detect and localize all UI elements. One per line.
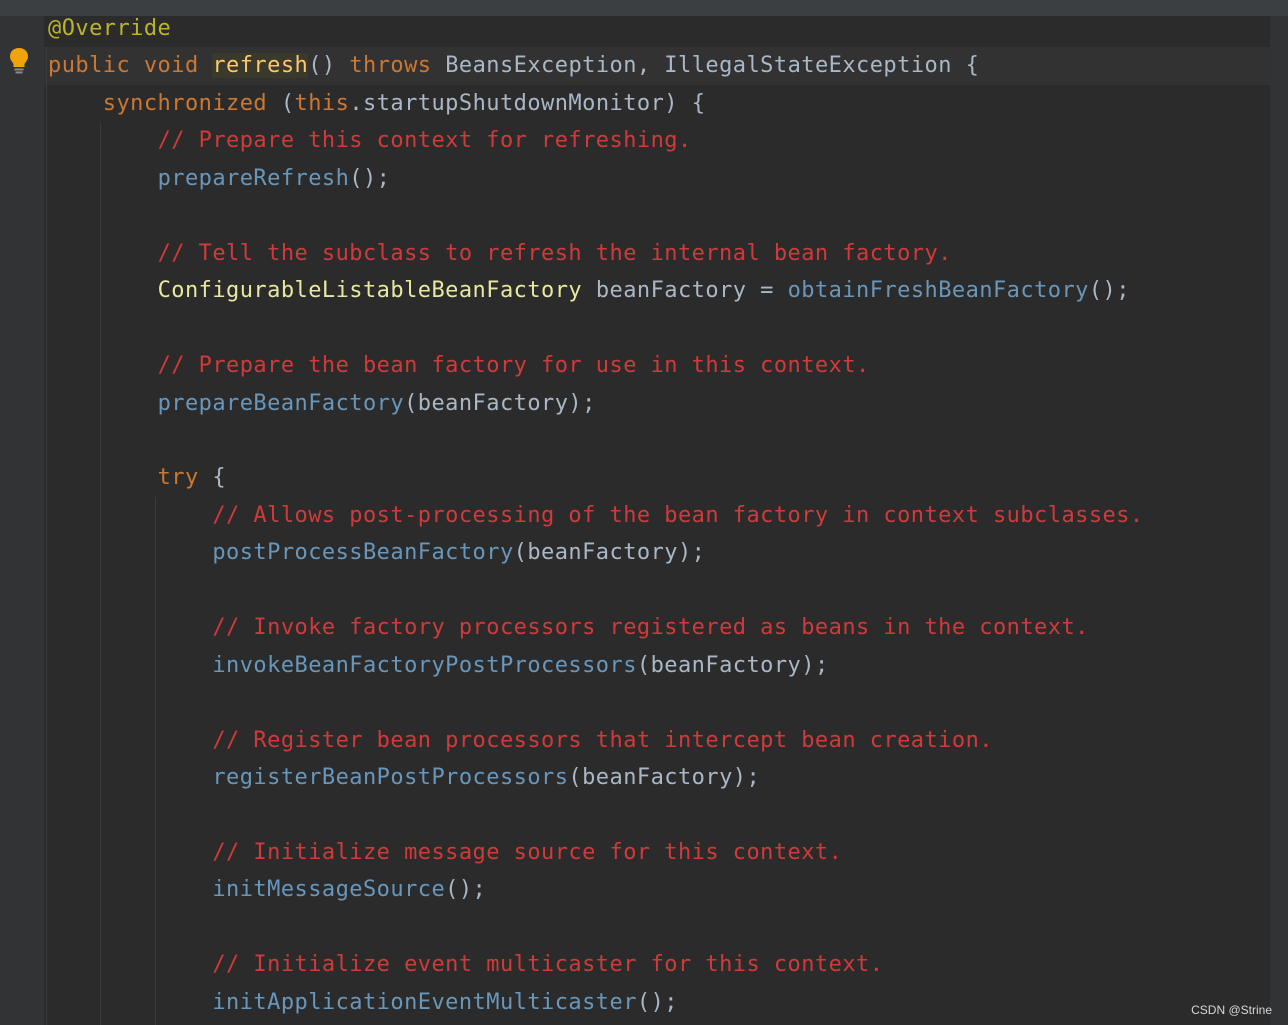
- code-token: refresh: [212, 53, 309, 79]
- code-token: beanFactory =: [582, 278, 788, 304]
- code-token: throws: [349, 53, 446, 79]
- code-comment: // Register bean processors that interce…: [212, 727, 993, 753]
- code-comment: // Prepare the bean factory for use in t…: [157, 353, 870, 379]
- code-token: invokeBeanFactoryPostProcessors: [212, 652, 637, 678]
- code-token: postProcessBeanFactory: [212, 540, 514, 566]
- code-line[interactable]: try {: [48, 459, 226, 497]
- code-token: {: [198, 465, 227, 491]
- code-token: (beanFactory);: [568, 765, 761, 790]
- code-token: BeansException, IllegalStateException {: [445, 53, 980, 79]
- code-comment: // Tell the subclass to refresh the inte…: [157, 240, 952, 266]
- code-token: try: [157, 465, 199, 491]
- indent-guide: [46, 47, 47, 1025]
- code-line[interactable]: prepareBeanFactory(beanFactory);: [48, 385, 596, 423]
- code-token: prepareRefresh: [157, 165, 350, 191]
- code-token: ConfigurableListableBeanFactory: [157, 278, 583, 304]
- code-line[interactable]: public void refresh() throws BeansExcept…: [48, 47, 979, 85]
- editor-top-bar: [0, 0, 1288, 16]
- code-token: this: [294, 90, 350, 116]
- code-token: obtainFreshBeanFactory: [787, 278, 1089, 304]
- code-line[interactable]: registerBeanPostProcessors(beanFactory);: [48, 759, 760, 797]
- code-token: (: [280, 90, 295, 116]
- code-token: @Override: [48, 16, 172, 41]
- code-comment: // Allows post-processing of the bean fa…: [212, 502, 1144, 528]
- code-line[interactable]: // Allows post-processing of the bean fa…: [48, 497, 1144, 535]
- code-comment: // Initialize event multicaster for this…: [212, 952, 884, 978]
- code-line[interactable]: // Invoke factory processors registered …: [48, 609, 1089, 647]
- code-comment: // Prepare this context for refreshing.: [157, 128, 692, 154]
- code-token: prepareBeanFactory: [157, 390, 405, 416]
- code-comment: // Invoke factory processors registered …: [212, 615, 1089, 641]
- code-token: synchronized: [102, 90, 281, 116]
- code-line[interactable]: invokeBeanFactoryPostProcessors(beanFact…: [48, 647, 829, 685]
- code-comment: // Initialize message source for this co…: [212, 839, 843, 865]
- code-token: initMessageSource: [212, 877, 446, 903]
- code-line[interactable]: // Tell the subclass to refresh the inte…: [48, 235, 952, 273]
- code-token: ();: [636, 989, 678, 1015]
- code-line[interactable]: synchronized (this.startupShutdownMonito…: [48, 85, 705, 123]
- code-line[interactable]: // Prepare the bean factory for use in t…: [48, 347, 870, 385]
- code-token: (): [308, 53, 350, 79]
- code-line[interactable]: // Prepare this context for refreshing.: [48, 122, 692, 160]
- code-token: (beanFactory);: [404, 390, 596, 416]
- lightbulb-icon[interactable]: [9, 47, 29, 75]
- code-token: initApplicationEventMulticaster: [212, 989, 637, 1015]
- code-line[interactable]: initMessageSource();: [48, 871, 486, 909]
- code-line[interactable]: @Override: [48, 10, 171, 48]
- code-token: ();: [349, 165, 391, 191]
- code-token: .startupShutdownMonitor) {: [349, 90, 706, 116]
- code-token: ();: [1088, 278, 1130, 304]
- line-gutter[interactable]: [0, 16, 44, 1025]
- watermark: CSDN @Strine: [1191, 1003, 1272, 1017]
- code-line[interactable]: // Initialize event multicaster for this…: [48, 946, 883, 984]
- code-line[interactable]: ConfigurableListableBeanFactory beanFact…: [48, 272, 1130, 310]
- code-line[interactable]: prepareRefresh();: [48, 160, 390, 198]
- code-line[interactable]: // Register bean processors that interce…: [48, 722, 993, 760]
- code-line[interactable]: // Initialize message source for this co…: [48, 834, 842, 872]
- code-line[interactable]: initApplicationEventMulticaster();: [48, 984, 678, 1022]
- code-token: registerBeanPostProcessors: [212, 765, 569, 790]
- code-token: ();: [445, 877, 487, 903]
- editor-scrollbar[interactable]: [1270, 16, 1288, 1025]
- code-line[interactable]: postProcessBeanFactory(beanFactory);: [48, 534, 705, 572]
- code-token: public void: [48, 53, 213, 79]
- code-token: (beanFactory);: [636, 652, 829, 678]
- code-token: (beanFactory);: [513, 540, 706, 566]
